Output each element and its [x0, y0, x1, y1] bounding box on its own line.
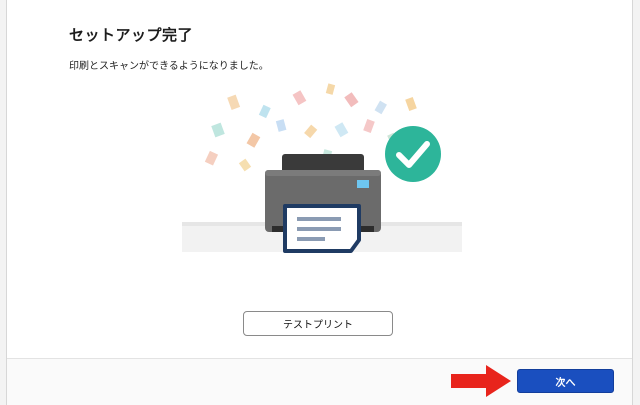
document-icon: [283, 204, 361, 253]
next-button[interactable]: 次へ: [517, 369, 614, 393]
setup-complete-illustration: [177, 80, 467, 255]
screen: セットアップ完了 印刷とスキャンができるようになりました。 テストプリント 次へ: [0, 0, 640, 405]
status-message: 印刷とスキャンができるようになりました。: [69, 61, 269, 72]
setup-dialog: セットアップ完了 印刷とスキャンができるようになりました。 テストプリント 次へ: [6, 0, 633, 405]
test-print-button[interactable]: テストプリント: [243, 311, 393, 336]
check-circle-icon: [385, 126, 441, 182]
red-arrow-icon: [451, 365, 511, 397]
dialog-footer: 次へ: [7, 359, 632, 405]
printer-illustration: [182, 83, 462, 253]
page-title: セットアップ完了: [69, 26, 194, 44]
